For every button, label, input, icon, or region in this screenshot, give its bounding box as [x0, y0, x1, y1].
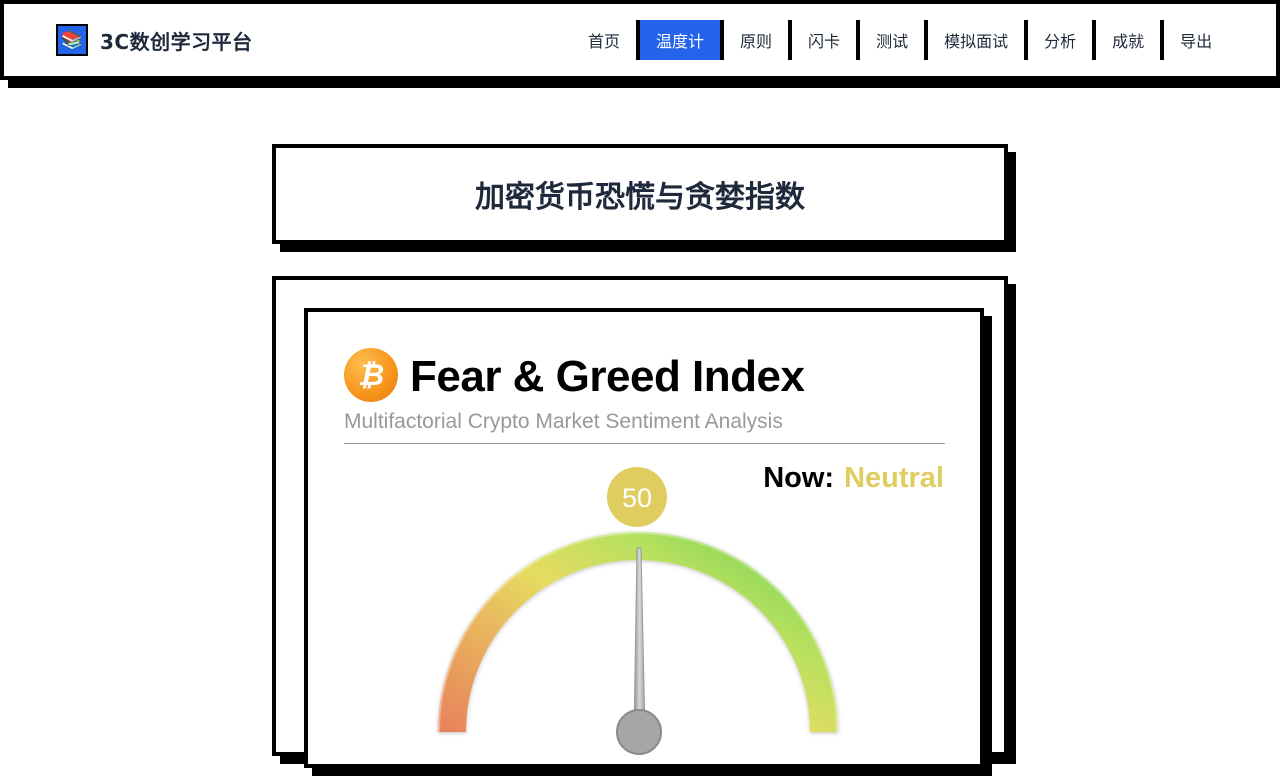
title-box: 加密货币恐慌与贪婪指数: [272, 144, 1008, 244]
main-nav: 首页 温度计 原则 闪卡 测试 模拟面试 分析 成就 导出: [572, 20, 1228, 60]
nav-item-home[interactable]: 首页: [572, 20, 636, 60]
nav-item-tests[interactable]: 测试: [856, 20, 924, 60]
books-icon: 📚: [56, 24, 88, 56]
widget-panel: ₿ Fear & Greed Index Multifactorial Cryp…: [304, 308, 984, 768]
score-bubble: 50: [607, 467, 667, 527]
nav-item-flashcards[interactable]: 闪卡: [788, 20, 856, 60]
nav-item-principles[interactable]: 原则: [724, 20, 788, 60]
fear-greed-widget: ₿ Fear & Greed Index Multifactorial Cryp…: [304, 308, 992, 776]
gauge-needle: [633, 547, 646, 733]
brand-name: 3C数创学习平台: [100, 29, 253, 54]
score-value: 50: [622, 483, 652, 513]
card-body: ₿ Fear & Greed Index Multifactorial Cryp…: [272, 276, 1008, 776]
page-title-section: 加密货币恐慌与贪婪指数: [272, 144, 1016, 252]
nav-item-analysis[interactable]: 分析: [1024, 20, 1092, 60]
index-card: ₿ Fear & Greed Index Multifactorial Cryp…: [272, 276, 1016, 776]
brand[interactable]: 📚 3C数创学习平台: [56, 24, 253, 56]
nav-item-thermometer[interactable]: 温度计: [636, 20, 725, 60]
page-title: 加密货币恐慌与贪婪指数: [475, 180, 805, 215]
nav-item-export[interactable]: 导出: [1160, 20, 1228, 60]
nav-item-mock-interview[interactable]: 模拟面试: [924, 20, 1024, 60]
nav-item-achievements[interactable]: 成就: [1092, 20, 1160, 60]
top-navbar: 📚 3C数创学习平台 首页 温度计 原则 闪卡 测试 模拟面试 分析 成就 导出: [0, 0, 1280, 80]
needle-hub: [616, 709, 662, 755]
sentiment-gauge: 50: [438, 467, 838, 755]
